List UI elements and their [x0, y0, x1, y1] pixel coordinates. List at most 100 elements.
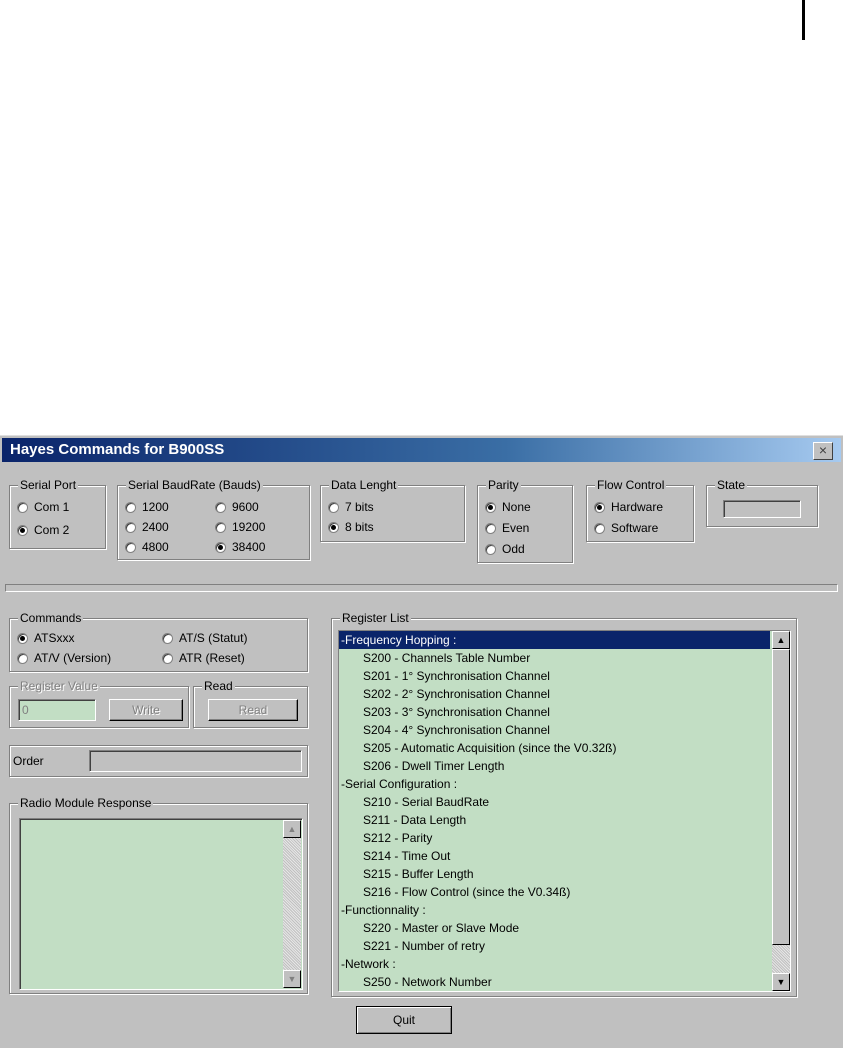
list-item[interactable]: S205 - Automatic Acquisition (since the … [339, 739, 770, 757]
radio-baud-19200[interactable]: 19200 [215, 520, 265, 534]
list-item[interactable]: -Network : [339, 955, 770, 973]
register-items: -Frequency Hopping : S200 - Channels Tabl… [339, 631, 770, 991]
radio-baud-2400[interactable]: 2400 [125, 520, 169, 534]
radio-baud-1200[interactable]: 1200 [125, 500, 169, 514]
radio-label: 19200 [232, 520, 266, 534]
list-item[interactable]: S220 - Master or Slave Mode [339, 919, 770, 937]
radio-response-textarea[interactable]: ▲ ▼ [19, 818, 303, 990]
radio-baud-9600[interactable]: 9600 [215, 500, 259, 514]
list-item[interactable]: S216 - Flow Control (since the V0.34ß) [339, 883, 770, 901]
radio-dot-icon [17, 501, 28, 513]
register-listbox[interactable]: -Frequency Hopping : S200 - Channels Tabl… [338, 630, 791, 992]
list-item[interactable]: S210 - Serial BaudRate [339, 793, 770, 811]
order-field[interactable] [89, 750, 302, 772]
window-title: Hayes Commands for B900SS [10, 441, 225, 458]
radio-dot-icon [485, 522, 496, 534]
list-item[interactable]: S206 - Dwell Timer Length [339, 757, 770, 775]
parity-label: Parity [486, 478, 521, 492]
radio-dot-icon [328, 501, 339, 513]
register-scroll-down-button[interactable]: ▼ [772, 973, 790, 991]
radio-dot-icon [17, 524, 28, 536]
radio-label: 38400 [232, 540, 266, 554]
radio-dot-icon [162, 652, 173, 664]
radio-baud-38400[interactable]: 38400 [215, 540, 265, 554]
radio-7-bits[interactable]: 7 bits [328, 500, 374, 514]
list-item[interactable]: S211 - Data Length [339, 811, 770, 829]
list-item[interactable]: S214 - Time Out [339, 847, 770, 865]
quit-button[interactable]: Quit [356, 1006, 452, 1034]
quit-button-label: Quit [392, 1013, 415, 1027]
radio-software[interactable]: Software [594, 521, 658, 535]
flow-control-label: Flow Control [595, 478, 667, 492]
order-group: Order [9, 745, 308, 777]
radio-baud-4800[interactable]: 4800 [125, 540, 169, 554]
radio-parity-none[interactable]: None [485, 500, 531, 514]
radio-hardware[interactable]: Hardware [594, 500, 663, 514]
radio-label: 1200 [142, 500, 169, 514]
read-button[interactable]: Read [208, 699, 298, 721]
radio-8-bits[interactable]: 8 bits [328, 520, 374, 534]
radio-com-2[interactable]: Com 2 [17, 523, 69, 537]
radio-label: Com 2 [34, 523, 70, 537]
radio-response-label: Radio Module Response [18, 796, 154, 810]
radio-response-group: Radio Module Response ▲ ▼ [9, 796, 308, 994]
order-label: Order [13, 754, 44, 768]
radio-label: ATSxxx [34, 631, 75, 645]
list-item[interactable]: -Serial Configuration : [339, 775, 770, 793]
response-scrollbar[interactable]: ▲ ▼ [283, 820, 301, 988]
list-item[interactable]: -Functionnality : [339, 901, 770, 919]
radio-atsxxx[interactable]: ATSxxx [17, 631, 74, 645]
radio-label: Even [502, 521, 530, 535]
title-bar[interactable]: Hayes Commands for B900SS × [2, 438, 841, 462]
list-item[interactable]: S250 - Network Number [339, 973, 770, 991]
commands-group: Commands ATSxxx AT/V (Version) AT/S (Sta… [9, 611, 308, 672]
baudrate-group: Serial BaudRate (Bauds) 1200 2400 4800 9… [117, 478, 310, 560]
radio-label: Hardware [611, 500, 664, 514]
radio-at-version[interactable]: AT/V (Version) [17, 651, 111, 665]
radio-atr-reset[interactable]: ATR (Reset) [162, 651, 245, 665]
radio-dot-icon [485, 543, 496, 555]
list-item[interactable]: S201 - 1° Synchronisation Channel [339, 667, 770, 685]
register-value-input[interactable]: 0 [18, 699, 96, 721]
state-indicator [723, 500, 801, 518]
list-item[interactable]: S203 - 3° Synchronisation Channel [339, 703, 770, 721]
register-value-group: Register Value 0 Write [9, 679, 189, 728]
read-group: Read Read [193, 679, 308, 728]
radio-dot-icon [125, 521, 136, 533]
radio-dot-icon [215, 521, 226, 533]
radio-dot-icon [215, 541, 226, 553]
close-icon: × [818, 442, 828, 458]
separator-bar [5, 584, 838, 592]
data-length-label: Data Lenght [329, 478, 399, 492]
commands-label: Commands [18, 611, 84, 625]
register-scrollbar[interactable]: ▲ ▼ [772, 631, 790, 991]
radio-label: ATR (Reset) [179, 651, 245, 665]
radio-label: AT/S (Statut) [179, 631, 248, 645]
write-button[interactable]: Write [109, 699, 183, 721]
radio-dot-icon [17, 652, 28, 664]
list-item[interactable]: S200 - Channels Table Number [339, 649, 770, 667]
radio-label: 9600 [232, 500, 259, 514]
list-item[interactable]: S221 - Number of retry [339, 937, 770, 955]
radio-label: 8 bits [345, 520, 374, 534]
radio-com-1[interactable]: Com 1 [17, 500, 69, 514]
register-scroll-up-button[interactable]: ▲ [772, 631, 790, 649]
serial-port-group: Serial Port Com 1 Com 2 [9, 478, 106, 549]
radio-parity-even[interactable]: Even [485, 521, 529, 535]
close-button[interactable]: × [813, 442, 833, 460]
list-item[interactable]: S212 - Parity [339, 829, 770, 847]
list-item[interactable]: S215 - Buffer Length [339, 865, 770, 883]
radio-dot-icon [594, 501, 605, 513]
response-scroll-up-button[interactable]: ▲ [283, 820, 301, 838]
baudrate-label: Serial BaudRate (Bauds) [126, 478, 263, 492]
list-item[interactable]: -Frequency Hopping : [339, 631, 770, 649]
register-scroll-thumb[interactable] [772, 649, 790, 945]
radio-label: Odd [502, 542, 525, 556]
radio-parity-odd[interactable]: Odd [485, 542, 525, 556]
arrow-up-icon: ▲ [776, 635, 786, 645]
radio-at-statut[interactable]: AT/S (Statut) [162, 631, 247, 645]
list-item[interactable]: S202 - 2° Synchronisation Channel [339, 685, 770, 703]
data-length-group: Data Lenght 7 bits 8 bits [320, 478, 465, 542]
response-scroll-down-button[interactable]: ▼ [283, 970, 301, 988]
list-item[interactable]: S204 - 4° Synchronisation Channel [339, 721, 770, 739]
